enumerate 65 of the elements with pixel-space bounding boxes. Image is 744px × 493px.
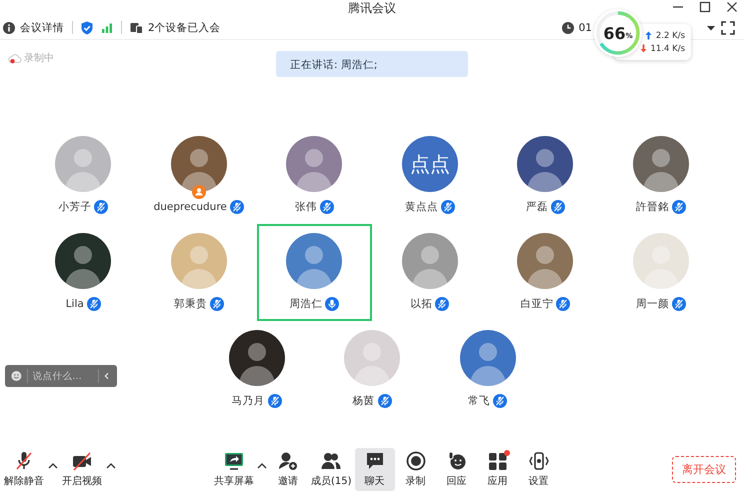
avatar[interactable]: 点点 <box>402 136 458 192</box>
participant-name: 周一颜 <box>636 297 669 311</box>
devices-icon <box>130 22 143 34</box>
shield-icon[interactable] <box>81 20 93 34</box>
meeting-timer: 01 <box>578 22 592 34</box>
close-icon[interactable] <box>726 1 738 13</box>
toolbar-button[interactable]: 开启视频 <box>60 448 104 491</box>
recording-icon <box>8 52 22 64</box>
participant-name: 张伟 <box>294 200 317 214</box>
recording-label: 录制中 <box>24 52 54 65</box>
smiley-icon <box>446 451 467 471</box>
record-icon <box>406 451 426 471</box>
camera-off-icon <box>72 451 92 471</box>
collapse-icon[interactable] <box>103 371 111 381</box>
quality-value: 66 <box>603 24 626 42</box>
muted-mic-icon <box>14 451 34 471</box>
toolbar-button[interactable]: 解除静音 <box>2 448 46 491</box>
devices-button[interactable]: 2个设备已入会 <box>130 20 221 34</box>
participant-name: Lila <box>66 298 84 310</box>
chat-icon <box>364 451 385 471</box>
fullscreen-icon[interactable] <box>721 20 735 34</box>
participant-name: dueprecudure <box>154 201 227 213</box>
leave-meeting-button[interactable]: 离开会议 <box>672 456 736 483</box>
emoji-icon[interactable] <box>11 369 22 383</box>
toolbar-button[interactable]: 聊天 <box>354 448 395 491</box>
participant-name: 許晉銘 <box>636 200 669 214</box>
upload-speed: 2.2 K/s <box>656 30 685 40</box>
toolbar-button[interactable]: 成员(15) <box>309 448 354 491</box>
meeting-details-label: 会议详情 <box>20 20 64 34</box>
speaker-banner: 正在讲话: 周浩仁; <box>276 51 468 77</box>
participant-name: 杨茵 <box>352 394 374 408</box>
participant-name: 小芳子 <box>58 200 92 214</box>
grid-icon <box>488 451 508 471</box>
participant-name: 白亚宁 <box>520 297 554 311</box>
toolbar-button[interactable]: 邀请 <box>268 448 308 491</box>
clock-icon <box>562 22 574 34</box>
participant-name: 严磊 <box>526 200 548 214</box>
download-speed: 11.4 K/s <box>650 44 685 54</box>
participant-name: 以拓 <box>410 297 432 311</box>
toolbar-button[interactable]: 应用 <box>478 448 518 491</box>
caret-icon[interactable] <box>257 462 267 470</box>
up-arrow-icon <box>644 31 652 40</box>
people-icon <box>321 451 342 471</box>
window-title: 腾讯会议 <box>348 0 396 16</box>
add-person-icon <box>278 451 298 471</box>
chat-input[interactable]: 说点什么... <box>32 370 93 382</box>
participant-name: 周浩仁 <box>289 297 322 311</box>
participant-name: 黄点点 <box>404 200 438 214</box>
devices-label: 2个设备已入会 <box>148 20 221 34</box>
participant-name: 郭秉贵 <box>174 297 207 311</box>
chat-input-field[interactable]: 说点什么... <box>5 365 117 387</box>
down-arrow-icon <box>640 44 646 53</box>
toolbar-button[interactable]: 录制 <box>396 448 436 491</box>
toolbar-button[interactable]: 共享屏幕 <box>212 448 256 491</box>
meeting-details-button[interactable]: 会议详情 <box>3 20 64 34</box>
maximize-icon[interactable] <box>699 1 711 13</box>
info-icon <box>3 22 15 34</box>
caret-icon[interactable] <box>48 462 58 470</box>
toolbar-button[interactable]: 设置 <box>518 448 559 491</box>
toolbar-button[interactable]: 回应 <box>436 448 477 491</box>
caret-icon[interactable] <box>106 462 116 470</box>
participant-name: 马乃月 <box>232 394 264 408</box>
screen-share-icon <box>224 451 244 471</box>
participant-name: 常飞 <box>468 394 490 408</box>
phone-icon <box>528 451 549 471</box>
